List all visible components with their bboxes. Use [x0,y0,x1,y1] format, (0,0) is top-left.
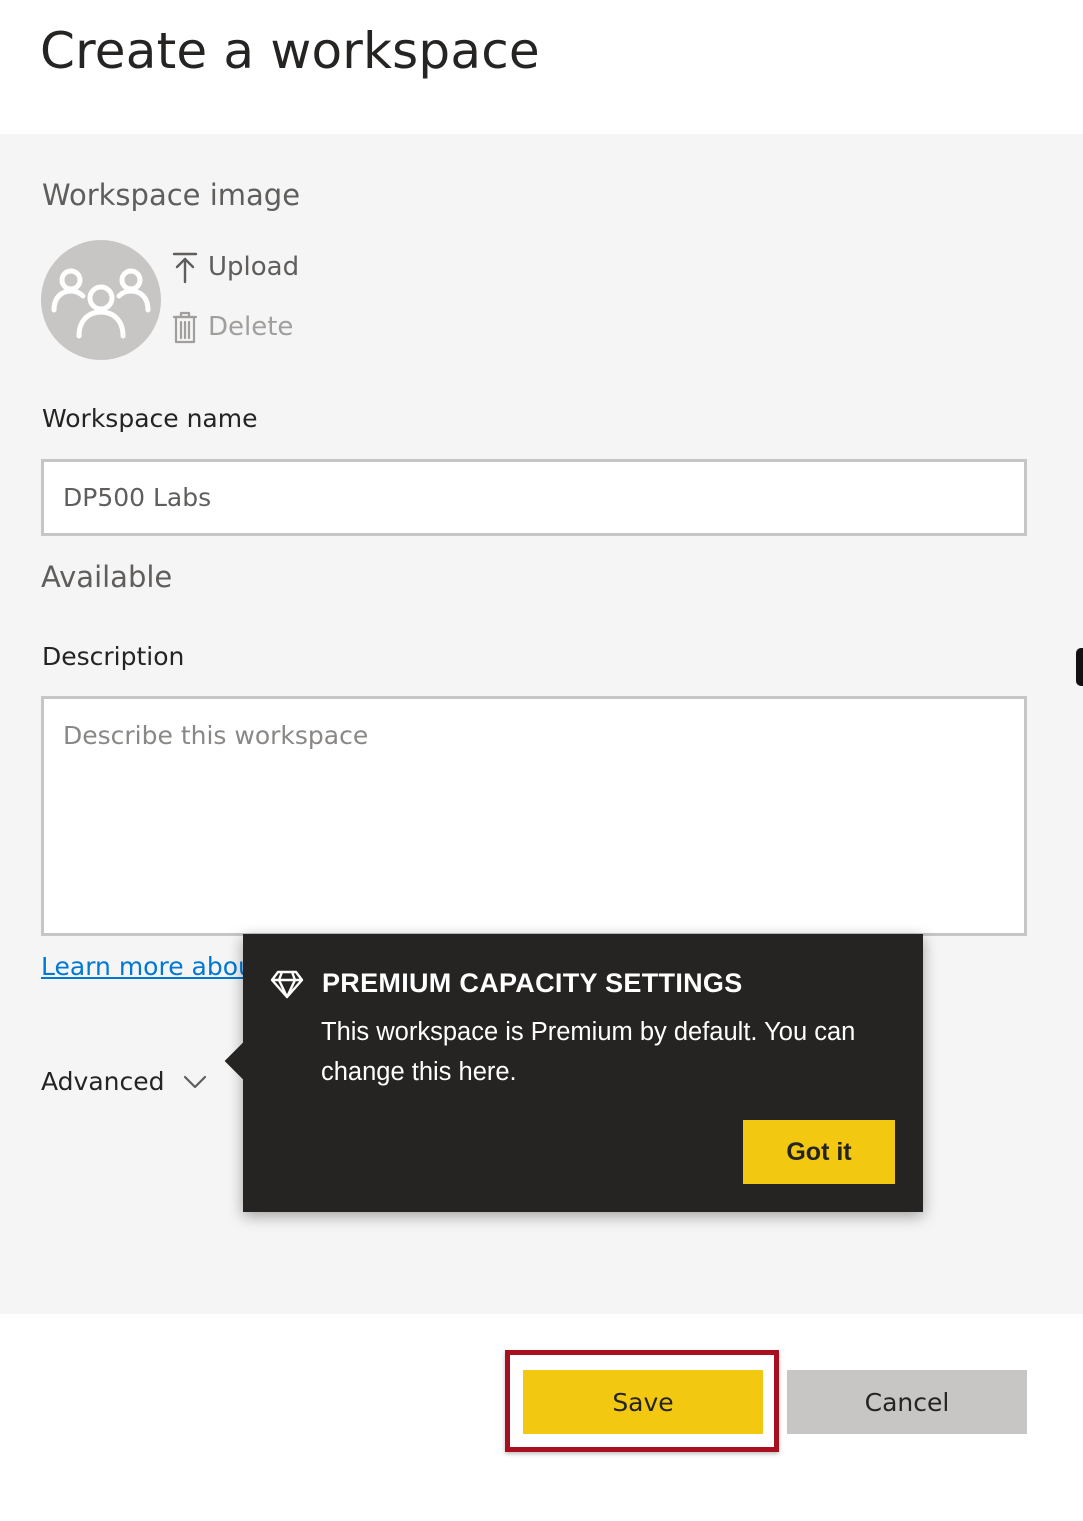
workspace-name-label: Workspace name [42,404,258,433]
create-workspace-dialog: Create a workspace Workspace image Uploa… [0,0,1083,1521]
advanced-label: Advanced [41,1067,165,1096]
upload-label: Upload [208,252,300,282]
dialog-title: Create a workspace [40,22,540,80]
learn-more-link[interactable]: Learn more abou [41,952,254,981]
workspace-image-label: Workspace image [42,178,301,212]
got-it-button[interactable]: Got it [743,1120,895,1184]
description-textarea[interactable]: Describe this workspace [41,696,1027,936]
upload-button[interactable]: Upload [170,250,299,284]
bubble-header: PREMIUM CAPACITY SETTINGS [270,968,743,999]
advanced-toggle[interactable]: Advanced [41,1067,207,1096]
diamond-icon [270,970,304,998]
bubble-title: PREMIUM CAPACITY SETTINGS [322,968,743,998]
premium-teaching-bubble: PREMIUM CAPACITY SETTINGS This workspace… [224,934,923,1212]
workspace-avatar [41,240,161,360]
bubble-body: This workspace is Premium by default. Yo… [321,1018,856,1086]
chevron-down-icon [183,1075,206,1088]
upload-arrow-icon [172,252,198,284]
delete-button[interactable]: Delete [170,310,293,344]
workspace-name-input[interactable]: DP500 Labs [41,459,1027,536]
cancel-button[interactable]: Cancel [787,1370,1027,1434]
group-people-icon [51,268,151,339]
trash-icon [172,311,198,344]
description-label: Description [42,642,185,671]
delete-label: Delete [208,312,294,342]
save-button[interactable]: Save [523,1370,763,1434]
availability-status: Available [41,560,173,594]
edge-handle [1076,648,1083,686]
